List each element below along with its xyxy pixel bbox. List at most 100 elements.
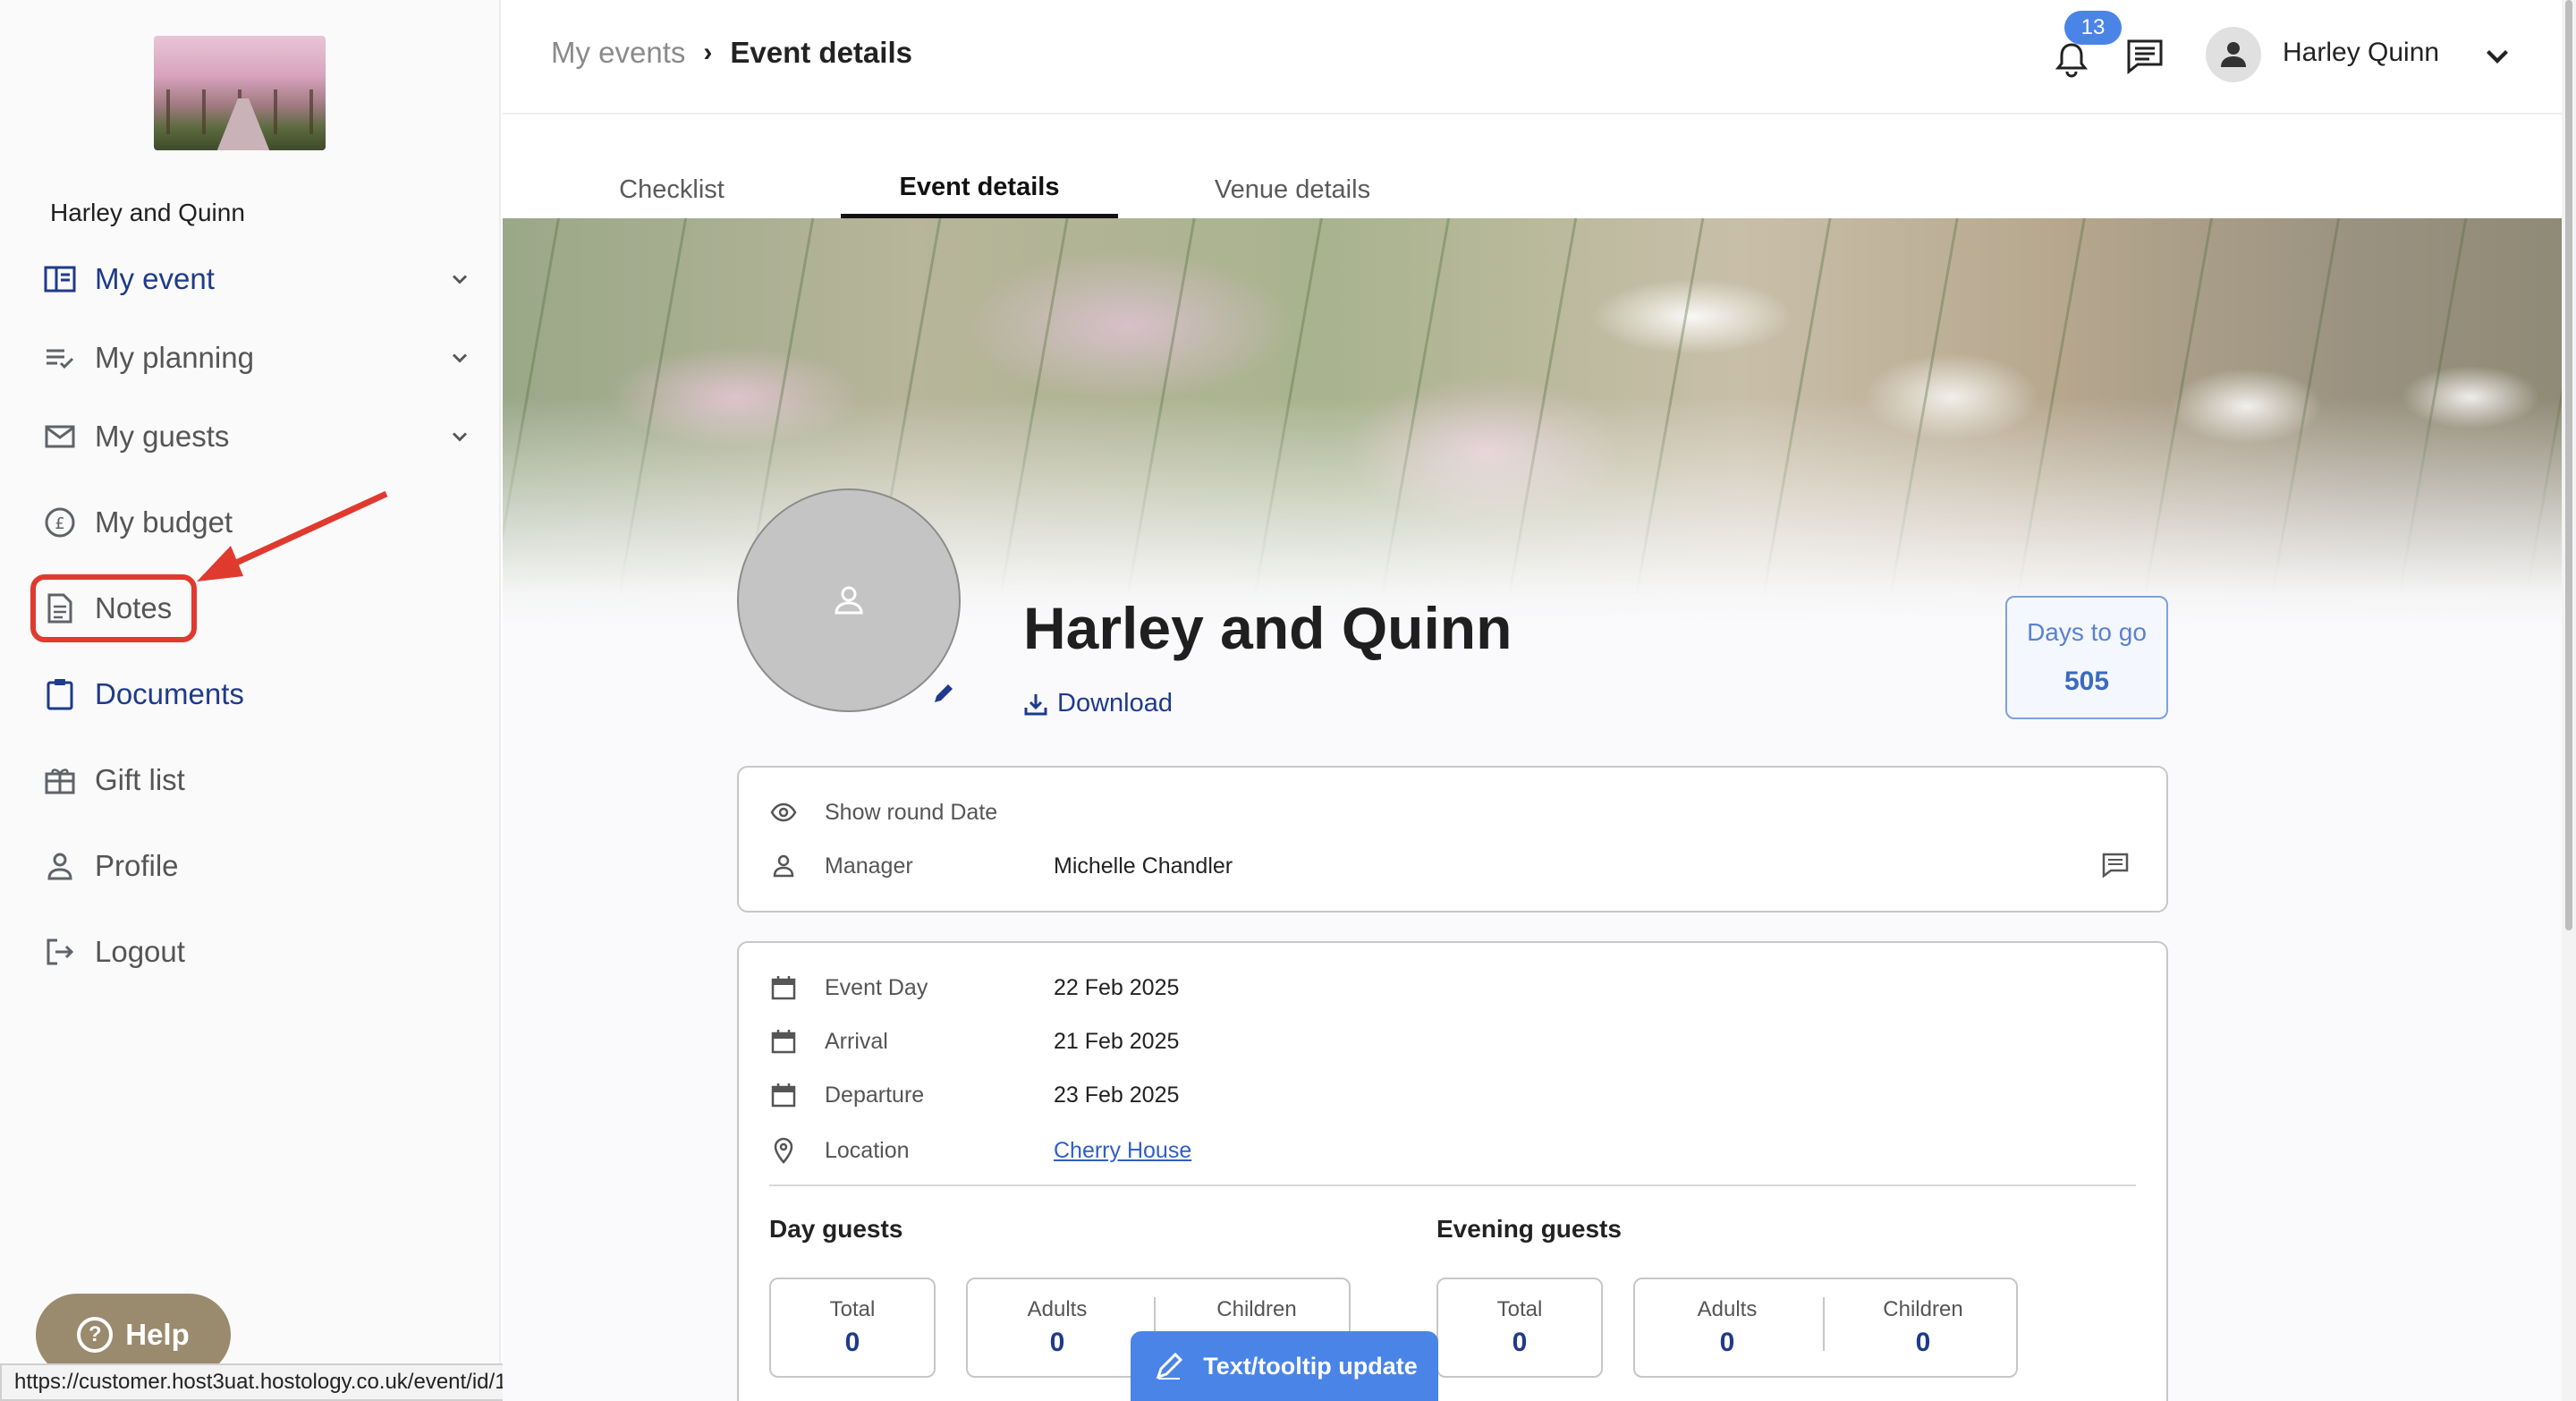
evening-children-label: Children [1883, 1297, 1963, 1321]
evening-guests-title: Evening guests [1436, 1215, 1622, 1243]
download-icon [1024, 693, 1047, 715]
edit-pencil-icon[interactable] [930, 680, 957, 707]
manager-row: Manager Michelle Chandler [769, 852, 1233, 880]
scrollbar-thumb[interactable] [2565, 0, 2572, 930]
sidebar-event-name: Harley and Quinn [50, 199, 245, 226]
sidebar-item-documents[interactable]: Documents [43, 667, 472, 721]
event-avatar[interactable] [737, 488, 961, 712]
location-label: Location [825, 1137, 910, 1163]
pound-icon: £ [43, 505, 77, 539]
event-title: Harley and Quinn [1023, 595, 1513, 661]
gift-icon [43, 763, 77, 797]
svg-text:£: £ [55, 514, 64, 533]
chevron-down-icon [452, 353, 468, 363]
evening-total-label: Total [1496, 1297, 1543, 1321]
text-tooltip-update-button[interactable]: Text/tooltip update [1131, 1331, 1438, 1401]
days-to-go-value: 505 [2063, 667, 2110, 696]
day-guests-title: Day guests [769, 1215, 903, 1243]
sidebar-item-label: My guests [95, 420, 230, 453]
list-check-icon [43, 341, 77, 375]
clipboard-icon [43, 677, 77, 711]
event-day-value: 22 Feb 2025 [1054, 974, 1180, 1000]
toast-label: Text/tooltip update [1203, 1352, 1418, 1380]
evening-adults-label: Adults [1697, 1297, 1758, 1321]
person-icon [2221, 42, 2246, 67]
sidebar-item-gift-list[interactable]: Gift list [43, 753, 472, 807]
breadcrumb: My events › Event details [551, 36, 912, 70]
event-day-row: Event Day 22 Feb 2025 [769, 973, 1179, 1002]
notification-badge: 13 [2064, 11, 2122, 45]
sidebar-item-my-planning[interactable]: My planning [43, 331, 472, 385]
sidebar-item-my-guests[interactable]: My guests [43, 410, 472, 463]
download-link[interactable]: Download [1023, 689, 1173, 718]
sidebar-item-label: Documents [95, 677, 244, 710]
manager-label: Manager [825, 853, 913, 879]
tab-event-details[interactable]: Event details [841, 161, 1118, 218]
location-pin-icon [769, 1136, 798, 1165]
person-icon [769, 852, 798, 880]
manager-value: Michelle Chandler [1054, 853, 1233, 879]
chevron-down-icon [452, 275, 468, 284]
person-icon [43, 849, 77, 883]
count-separator [1823, 1297, 1825, 1351]
notes-highlight-box [30, 574, 197, 642]
user-name[interactable]: Harley Quinn [2283, 38, 2439, 68]
arrival-value: 21 Feb 2025 [1054, 1028, 1180, 1054]
chevron-right-icon: › [703, 38, 713, 67]
sidebar-item-profile[interactable]: Profile [43, 839, 472, 893]
page-scrollbar[interactable] [2562, 0, 2576, 1401]
person-icon [835, 586, 863, 615]
mail-icon [43, 420, 77, 454]
departure-value: 23 Feb 2025 [1054, 1082, 1180, 1108]
calendar-icon [769, 1027, 798, 1056]
days-to-go-card: Days to go 505 [2005, 596, 2168, 719]
sidebar-item-label: Profile [95, 849, 179, 882]
day-adults-label: Adults [1027, 1297, 1088, 1321]
tab-venue-details[interactable]: Venue details [1118, 161, 1467, 218]
chevron-down-icon[interactable] [2481, 39, 2513, 72]
days-to-go-label: Days to go [2027, 618, 2147, 646]
event-day-label: Event Day [825, 974, 928, 1000]
sidebar-item-my-event[interactable]: My event [43, 252, 472, 306]
chevron-down-icon [452, 432, 468, 442]
eye-icon [769, 798, 798, 827]
tab-checklist[interactable]: Checklist [503, 161, 841, 218]
download-label: Download [1057, 689, 1173, 717]
day-children-label: Children [1216, 1297, 1297, 1321]
day-adults-value: 0 [1049, 1328, 1065, 1357]
departure-row: Departure 23 Feb 2025 [769, 1081, 1179, 1109]
annotation-arrow [197, 490, 388, 582]
location-row: Location Cherry House [769, 1136, 1191, 1165]
sidebar: Harley and Quinn My event My planning My… [0, 0, 501, 1401]
book-icon [43, 262, 77, 296]
day-total-label: Total [829, 1297, 876, 1321]
calendar-icon [769, 973, 798, 1002]
arrival-row: Arrival 21 Feb 2025 [769, 1027, 1179, 1056]
departure-label: Departure [825, 1082, 925, 1108]
pencil-icon [1156, 1352, 1183, 1380]
sidebar-item-logout[interactable]: Logout [43, 925, 472, 979]
info-card: Show round Date Manager Michelle Chandle… [737, 766, 2168, 913]
show-round-label[interactable]: Show round Date [825, 800, 1054, 826]
evening-adults-value: 0 [1719, 1328, 1735, 1357]
evening-breakdown-box: Adults 0 Children 0 [1633, 1278, 2018, 1378]
user-avatar[interactable] [2206, 27, 2261, 82]
help-label: Help [125, 1318, 190, 1351]
event-details-card: Event Day 22 Feb 2025 Arrival 21 Feb 202… [737, 941, 2168, 1401]
arrival-label: Arrival [825, 1028, 888, 1054]
day-total-box: Total 0 [769, 1278, 936, 1378]
evening-total-value: 0 [1512, 1328, 1528, 1357]
message-icon[interactable] [2100, 850, 2131, 880]
sidebar-item-label: My event [95, 262, 215, 295]
chat-icon[interactable] [2120, 30, 2170, 81]
location-link[interactable]: Cherry House [1054, 1138, 1191, 1164]
evening-total-box: Total 0 [1436, 1278, 1603, 1378]
day-total-value: 0 [844, 1328, 860, 1357]
question-icon: ? [77, 1317, 114, 1353]
tab-bar: Checklist Event details Venue details [503, 161, 1467, 218]
sidebar-item-label: Logout [95, 935, 185, 968]
sidebar-item-label: Gift list [95, 763, 185, 796]
event-thumbnail [154, 36, 326, 150]
breadcrumb-parent-link[interactable]: My events [551, 36, 685, 70]
calendar-icon [769, 1081, 798, 1109]
